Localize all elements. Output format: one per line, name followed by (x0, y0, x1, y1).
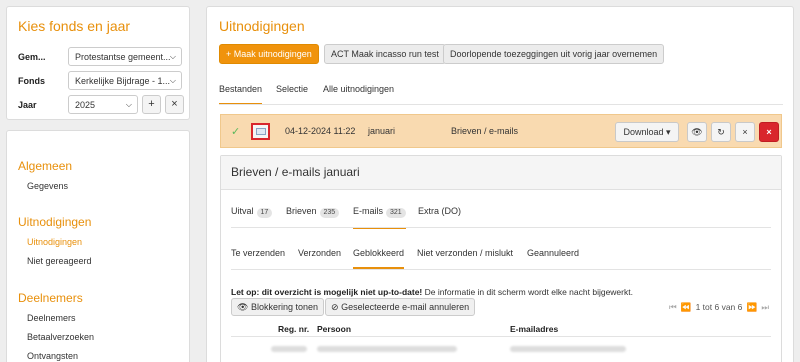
column-persoon[interactable]: Persoon (317, 324, 351, 334)
jaar-value: 2025 (75, 100, 96, 110)
column-reg-nr[interactable]: Reg. nr. (278, 324, 309, 334)
sidebar-item-betaalverzoeken[interactable]: Betaalverzoeken (27, 332, 94, 342)
subtab-te-verzenden[interactable]: Te verzenden (231, 248, 285, 258)
main-panel: Uitnodigingen + Maak uitnodigingen ACT M… (206, 6, 794, 362)
subtab-niet-verzonden[interactable]: Niet verzonden / mislukt (417, 248, 513, 258)
refresh-icon: ↻ (717, 127, 725, 137)
tab-label: Extra (DO) (418, 206, 462, 216)
pagination: ⏮ ⏪ 1 tot 6 van 6 ⏩ ⏭ (667, 302, 771, 313)
redacted-email (510, 346, 626, 352)
sidebar-item-niet-gereageerd[interactable]: Niet gereageerd (27, 256, 92, 266)
file-month: januari (368, 126, 396, 136)
tab-uitval[interactable]: Uitval 17 (231, 206, 273, 218)
tab-divider (219, 104, 783, 105)
status-divider (231, 269, 771, 270)
delete-button[interactable]: × (759, 122, 779, 142)
jaar-select[interactable]: 2025 ⌵ (68, 95, 138, 114)
nav-section-uitnodigingen: Uitnodigingen (18, 215, 92, 229)
tab-selectie[interactable]: Selectie (276, 84, 308, 94)
tab-label: E-mails (353, 206, 384, 216)
cancel-selected-email-button[interactable]: ⊘ Geselecteerde e-mail annuleren (325, 298, 476, 316)
tab-label: Uitval (231, 206, 254, 216)
side-navigation: Algemeen Gegevens Uitnodigingen Uitnodig… (6, 130, 190, 362)
clear-button[interactable]: × (735, 122, 755, 142)
sub-panel-header: Brieven / e-mails januari (221, 156, 781, 190)
panel-title: Kies fonds en jaar (18, 18, 131, 34)
redacted-person (317, 346, 457, 352)
category-divider (231, 227, 771, 228)
refresh-button[interactable]: ↻ (711, 122, 731, 142)
prev-page-icon[interactable]: ⏪ (681, 302, 692, 312)
tab-label: Brieven (286, 206, 317, 216)
sidebar-item-uitnodigingen[interactable]: Uitnodigingen (27, 237, 82, 247)
sidebar-item-ontvangsten[interactable]: Ontvangsten (27, 351, 78, 361)
gemeente-label: Gem... (18, 52, 46, 62)
letters-emails-panel: Brieven / e-mails januari Uitval 17 Briev… (220, 155, 782, 362)
chevron-down-icon: ⌵ (169, 76, 176, 85)
ban-icon: ⊘ (331, 302, 339, 312)
check-icon: ✓ (231, 126, 241, 138)
count-badge: 17 (256, 208, 273, 218)
sidebar-item-deelnemers[interactable]: Deelnemers (27, 313, 76, 323)
subtab-geblokkeerd[interactable]: Geblokkeerd (353, 248, 405, 269)
view-button[interactable]: 👁 (687, 122, 707, 142)
nav-section-deelnemers: Deelnemers (18, 291, 83, 305)
page-title: Uitnodigingen (219, 18, 305, 34)
eye-icon: 👁 (237, 302, 249, 312)
gemeente-row: Gem... Protestantse gemeent... ⌵ (18, 47, 184, 67)
pager-text: 1 tot 6 van 6 (695, 302, 743, 312)
act-incasso-test-button[interactable]: ACT Maak incasso run test (324, 44, 446, 64)
notice-warning: Let op: dit overzicht is mogelijk niet u… (231, 287, 423, 297)
tab-brieven[interactable]: Brieven 235 (286, 206, 340, 218)
fonds-label: Fonds (18, 76, 45, 86)
tab-alle-uitnodigingen[interactable]: Alle uitnodigingen (323, 84, 394, 94)
subtab-verzonden[interactable]: Verzonden (298, 248, 341, 258)
column-emailadres[interactable]: E-mailadres (510, 324, 558, 334)
update-notice: Let op: dit overzicht is mogelijk niet u… (231, 287, 633, 297)
show-blocking-button[interactable]: 👁 Blokkering tonen (231, 298, 324, 316)
tab-bestanden[interactable]: Bestanden (219, 84, 263, 105)
jaar-row: Jaar 2025 ⌵ + × (18, 95, 184, 115)
clear-year-button[interactable]: × (165, 95, 184, 114)
header-divider (231, 336, 771, 337)
nav-section-algemeen: Algemeen (18, 159, 73, 173)
mail-icon[interactable] (251, 123, 270, 140)
fund-year-panel: Kies fonds en jaar Gem... Protestantse g… (6, 6, 190, 120)
chevron-down-icon: ⌵ (125, 100, 132, 109)
subtab-geannuleerd[interactable]: Geannuleerd (527, 248, 579, 258)
tab-e-mails[interactable]: E-mails 321 (353, 206, 406, 229)
tab-extra-do[interactable]: Extra (DO) (418, 206, 461, 216)
redacted-reg-nr (271, 346, 307, 352)
fonds-value: Kerkelijke Bijdrage - 1... (75, 76, 171, 86)
make-invitations-button[interactable]: + Maak uitnodigingen (219, 44, 319, 64)
add-year-button[interactable]: + (142, 95, 161, 114)
file-type: Brieven / e-mails (451, 126, 519, 136)
gemeente-select[interactable]: Protestantse gemeent... ⌵ (68, 47, 182, 66)
next-page-icon[interactable]: ⏩ (747, 302, 758, 312)
chevron-down-icon: ⌵ (169, 52, 176, 61)
jaar-label: Jaar (18, 100, 37, 110)
fonds-select[interactable]: Kerkelijke Bijdrage - 1... ⌵ (68, 71, 182, 90)
gemeente-value: Protestantse gemeent... (75, 52, 171, 62)
count-badge: 321 (386, 208, 406, 218)
first-page-icon[interactable]: ⏮ (669, 302, 677, 312)
download-button[interactable]: Download ▾ (615, 122, 679, 142)
sub-panel-title: Brieven / e-mails januari (231, 165, 360, 179)
file-date: 04-12-2024 11:22 (285, 126, 356, 136)
file-row[interactable]: ✓ 04-12-2024 11:22 januari Brieven / e-m… (220, 114, 782, 148)
notice-text: De informatie in dit scherm wordt elke n… (422, 287, 633, 297)
count-badge: 235 (319, 208, 340, 218)
eye-icon: 👁 (691, 127, 703, 137)
show-blocking-label: Blokkering tonen (250, 302, 318, 312)
take-over-commitments-button[interactable]: Doorlopende toezeggingen uit vorig jaar … (443, 44, 665, 64)
cancel-email-label: Geselecteerde e-mail annuleren (341, 302, 470, 312)
last-page-icon[interactable]: ⏭ (761, 302, 769, 312)
sidebar-item-gegevens[interactable]: Gegevens (27, 181, 68, 191)
fonds-row: Fonds Kerkelijke Bijdrage - 1... ⌵ (18, 71, 184, 91)
